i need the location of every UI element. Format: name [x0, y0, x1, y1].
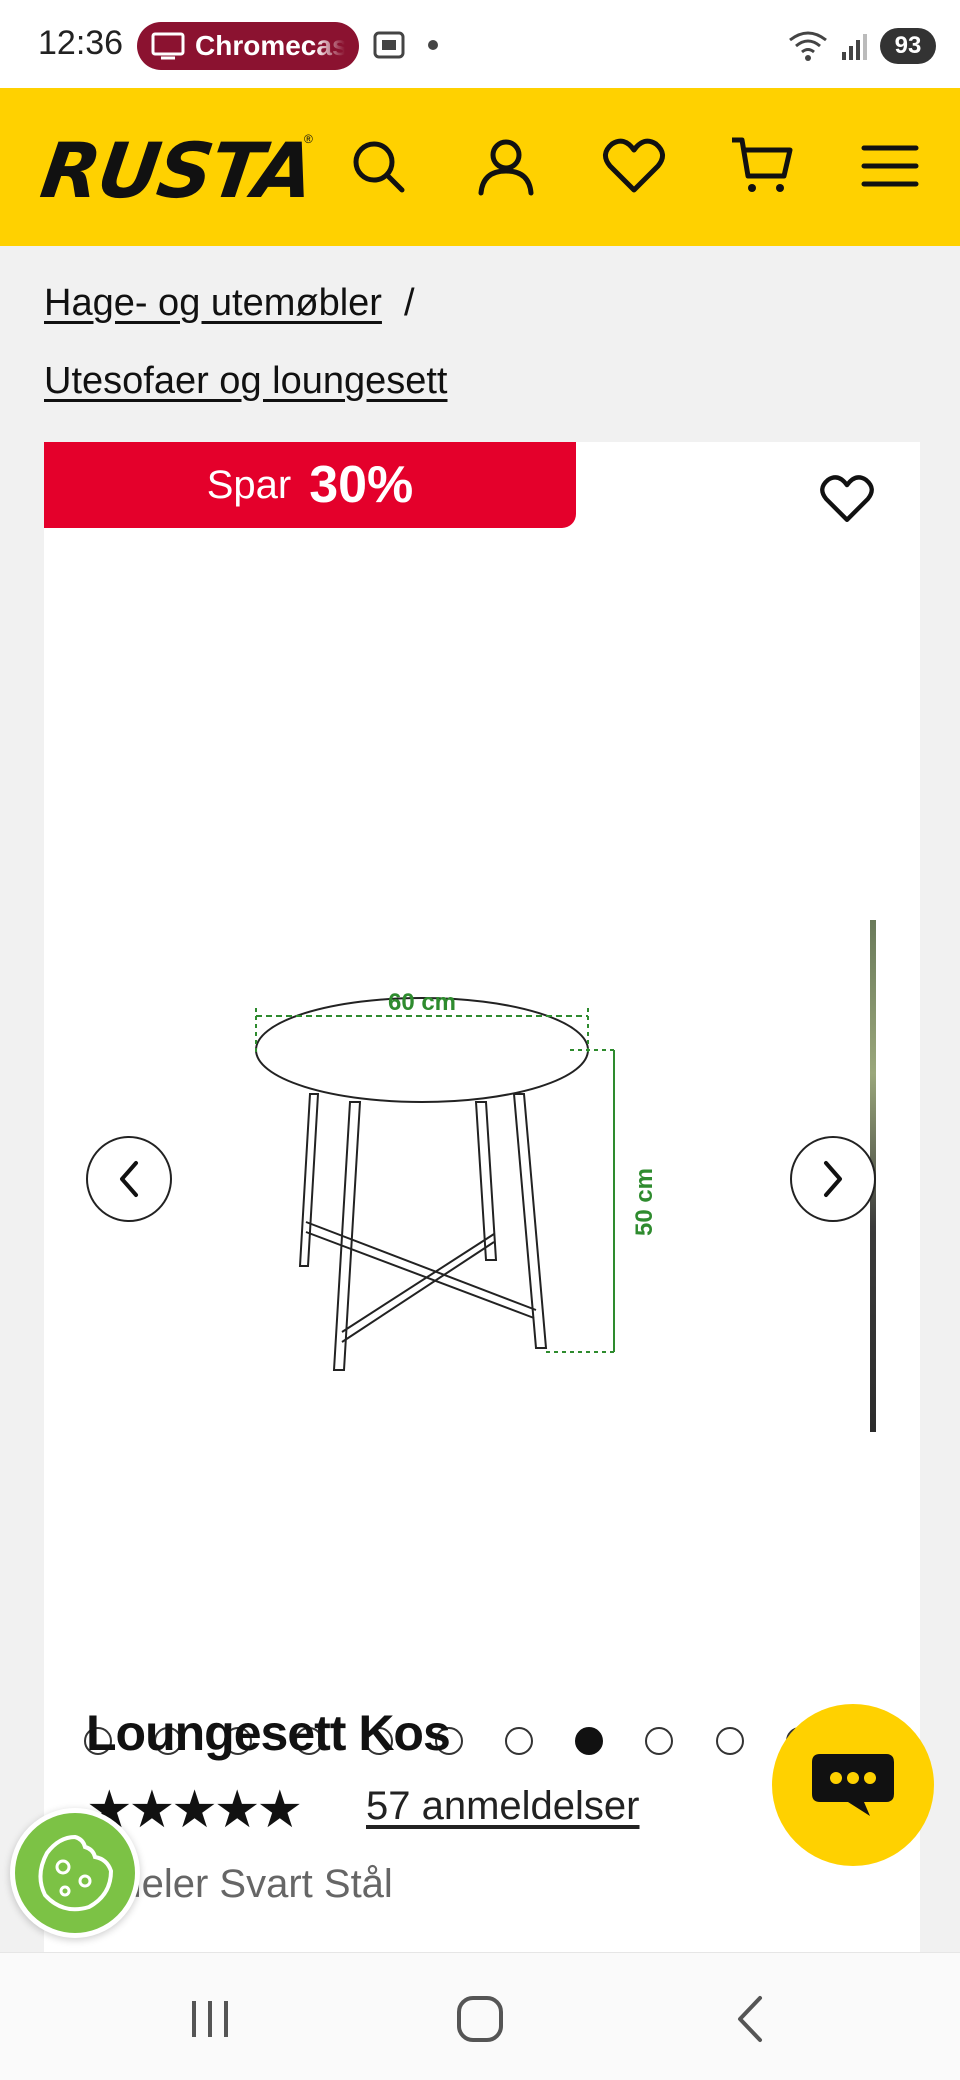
heart-icon: [820, 475, 874, 522]
product-title: Loungesett Kos: [86, 1705, 451, 1761]
home-button[interactable]: [450, 1989, 510, 2049]
battery-indicator: 93: [880, 28, 936, 64]
carousel-dot[interactable]: [575, 1727, 604, 1755]
cookie-settings-button[interactable]: [10, 1808, 140, 1938]
wifi-icon: [789, 31, 827, 61]
sale-badge: Spar 30%: [44, 442, 576, 528]
menu-button[interactable]: [854, 130, 926, 202]
cast-icon: [151, 32, 185, 60]
recent-apps-icon: [192, 2001, 228, 2037]
carousel-dot[interactable]: [645, 1727, 674, 1755]
heart-icon: [603, 138, 665, 193]
wishlist-button[interactable]: [598, 130, 670, 202]
breadcrumb-link-garden-furniture[interactable]: Hage- og utemøbler: [44, 282, 382, 324]
system-navigation-bar: [0, 1952, 960, 2080]
add-to-wishlist-button[interactable]: [812, 464, 882, 534]
cart-button[interactable]: [726, 130, 798, 202]
cast-chip[interactable]: Chromecast: [137, 22, 359, 70]
recent-apps-button[interactable]: [180, 1989, 240, 2049]
carousel-dot[interactable]: [715, 1727, 744, 1755]
back-button[interactable]: [720, 1989, 780, 2049]
product-image-table-dimensions: 60 cm 50 cm: [255, 989, 658, 1371]
breadcrumb-separator: /: [403, 282, 415, 324]
menu-icon: [861, 145, 919, 187]
height-dimension-label: 50 cm: [631, 1168, 658, 1236]
home-icon: [457, 1996, 503, 2042]
cast-label: Chromecast: [195, 30, 345, 61]
chat-bubble-icon: [812, 1754, 894, 1816]
status-time: 12:36: [38, 24, 124, 62]
status-bar: 12:36 Chromecast 93: [0, 0, 960, 88]
cart-icon: [732, 137, 793, 192]
carousel-prev-button[interactable]: [86, 1136, 172, 1222]
search-button[interactable]: [342, 130, 414, 202]
search-icon: [353, 141, 405, 193]
signal-icon: [842, 34, 867, 60]
chevron-left-icon: [120, 1161, 138, 1197]
registered-mark: ®: [304, 132, 313, 146]
sale-badge-value: 30%: [309, 456, 414, 514]
notification-dot: [428, 40, 438, 50]
rusta-logo[interactable]: RUSTA: [36, 126, 318, 215]
account-button[interactable]: [470, 130, 542, 202]
chevron-right-icon: [824, 1161, 842, 1197]
cookie-icon: [38, 1834, 114, 1912]
screenshot-icon: [373, 31, 405, 59]
width-dimension-label: 60 cm: [388, 989, 456, 1016]
site-header: RUSTA ®: [0, 88, 960, 246]
carousel-next-button[interactable]: [790, 1136, 876, 1222]
reviews-link[interactable]: 57 anmeldelser: [366, 1784, 640, 1829]
sale-badge-label: Spar: [206, 462, 292, 507]
account-icon: [478, 139, 534, 196]
breadcrumb-link-lounge-sets[interactable]: Utesofaer og loungesett: [44, 360, 448, 402]
breadcrumb: Hage- og utemøbler / Utesofaer og lounges…: [44, 264, 924, 420]
carousel-dot[interactable]: [505, 1727, 534, 1755]
chat-button[interactable]: [772, 1704, 934, 1866]
back-icon: [738, 1996, 762, 2042]
